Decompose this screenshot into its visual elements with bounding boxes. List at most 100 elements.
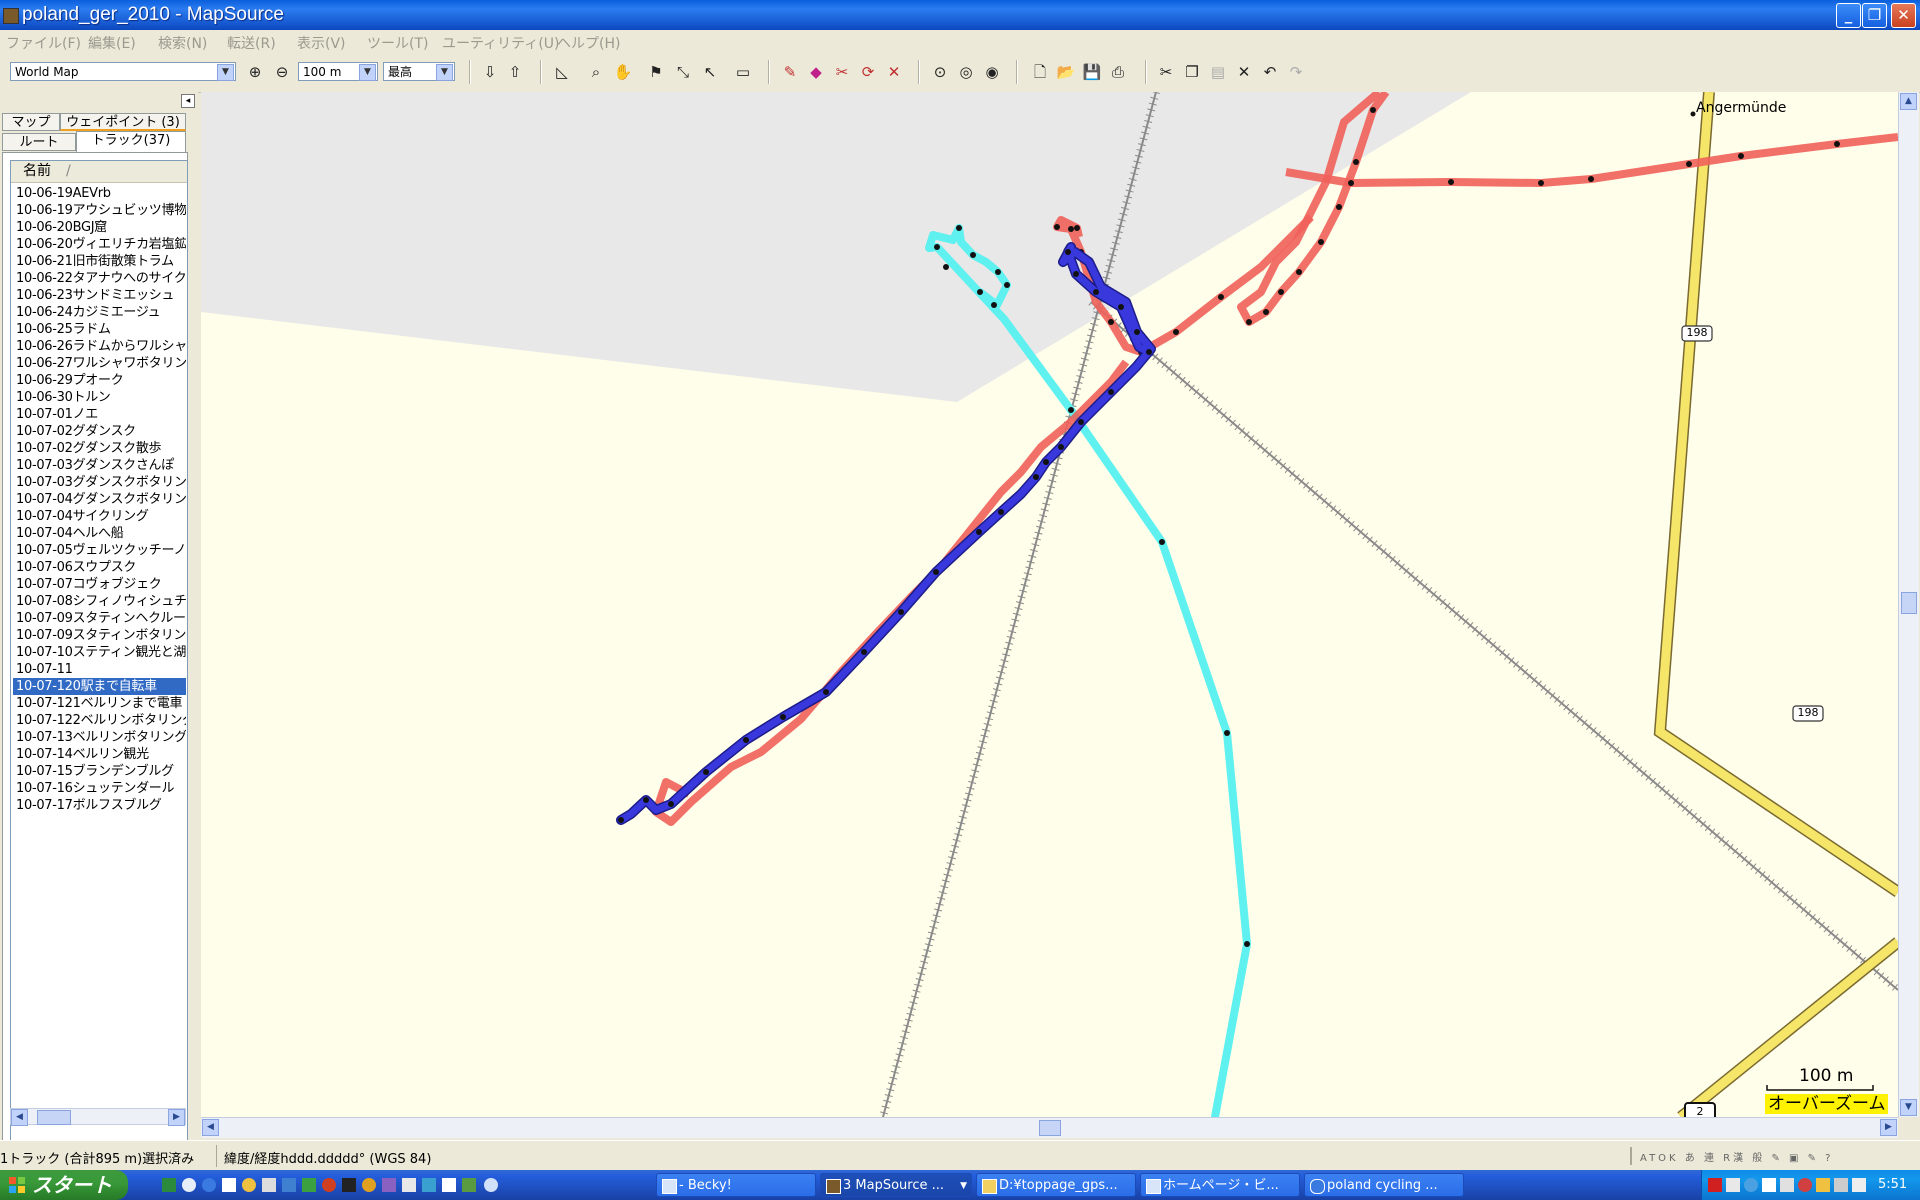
zoom-out-icon[interactable]: ⊖	[272, 62, 292, 82]
delete-icon[interactable]: ✕	[1234, 62, 1254, 82]
chevron-down-icon[interactable]: ▼	[359, 64, 376, 81]
ime-toolbar[interactable]: ATOK あ 連 R漢 般 ✎ ▣ ✎ ?	[1640, 1149, 1880, 1165]
tab-map[interactable]: マップ	[2, 113, 60, 131]
scroll-thumb[interactable]	[1901, 592, 1917, 614]
open-file-icon[interactable]: 📂	[1056, 62, 1076, 82]
send-to-device-icon[interactable]: ⇧	[505, 62, 525, 82]
map-horizontal-scrollbar[interactable]: ◀ ▶	[201, 1117, 1898, 1138]
track-tool-icon[interactable]: ✎	[780, 62, 800, 82]
divide-track-icon[interactable]: ✂	[832, 62, 852, 82]
track-row[interactable]: 10-07-10ステティン観光と湖	[16, 644, 186, 661]
scroll-up-icon[interactable]: ▲	[1900, 93, 1917, 110]
acrobat-icon[interactable]	[1708, 1178, 1722, 1192]
track-row[interactable]: 10-07-13ベルリンボタリング	[16, 729, 186, 746]
track-row[interactable]: 10-07-17ボルフスブルグ	[16, 797, 186, 814]
zoom-scale-select[interactable]: 100 m ▼	[298, 62, 378, 81]
security-icon[interactable]	[1798, 1178, 1812, 1192]
select-tool-icon[interactable]: ↖	[700, 62, 720, 82]
taskbar-item-mapsource[interactable]: 3 MapSource ... ▼	[820, 1173, 972, 1197]
track-row[interactable]: 10-06-22タアナウへのサイク	[16, 270, 186, 287]
track-row[interactable]: 10-07-04グダンスクボタリング	[16, 491, 186, 508]
zoom-tool-icon[interactable]: ⌕	[586, 62, 606, 82]
track-row[interactable]: 10-06-24カジミエージュ	[16, 304, 186, 321]
track-row[interactable]: 10-06-23サンドミエッシュ	[16, 287, 186, 304]
undo-icon[interactable]: ↶	[1260, 62, 1280, 82]
app-icon[interactable]	[302, 1178, 316, 1192]
track-list[interactable]: 名前 / 10-06-19AEVrb 10-06-19アウシュビッツ博物 10-06…	[10, 160, 188, 1152]
track-row[interactable]: 10-07-04ヘルへ船	[16, 525, 186, 542]
track-row[interactable]: 10-07-08シフィノウィシュチャ	[16, 593, 186, 610]
scroll-thumb[interactable]	[37, 1110, 71, 1125]
tab-routes[interactable]: ルート	[2, 133, 76, 151]
reverse-track-icon[interactable]: ✕	[884, 62, 904, 82]
track-row[interactable]: 10-07-04サイクリング	[16, 508, 186, 525]
track-row[interactable]: 10-06-29プオーク	[16, 372, 186, 389]
app-icon[interactable]	[282, 1178, 296, 1192]
track-row[interactable]: 10-06-20ヴィエリチカ岩塩鉱	[16, 236, 186, 253]
menu-edit[interactable]: 編集(E)	[88, 33, 136, 53]
track-row[interactable]: 10-07-02グダンスク散歩	[16, 440, 186, 457]
taskbar-item-homepage[interactable]: ホームページ・ビ...	[1140, 1173, 1300, 1197]
app-icon[interactable]	[382, 1178, 396, 1192]
track-row[interactable]: 10-07-06スウプスク	[16, 559, 186, 576]
menu-utility[interactable]: ユーティリティ(U)	[442, 33, 560, 53]
tray-icon[interactable]	[1726, 1178, 1740, 1192]
cut-icon[interactable]: ✂	[1156, 62, 1176, 82]
scroll-left-icon[interactable]: ◀	[202, 1119, 219, 1136]
app-icon[interactable]	[342, 1178, 356, 1192]
network-icon[interactable]	[1744, 1178, 1758, 1192]
close-button[interactable]: ✕	[1891, 3, 1916, 28]
track-row[interactable]: 10-07-11	[16, 661, 186, 678]
detail-select[interactable]: 最高 ▼	[383, 62, 455, 81]
scroll-right-icon[interactable]: ▶	[1880, 1119, 1897, 1136]
tray-icon[interactable]	[1816, 1178, 1830, 1192]
scroll-thumb[interactable]	[1039, 1120, 1061, 1136]
track-row[interactable]: 10-06-21旧市街散策トラム	[16, 253, 186, 270]
find-near-icon[interactable]: ◎	[956, 62, 976, 82]
receive-from-device-icon[interactable]: ⇩	[480, 62, 500, 82]
track-row[interactable]: 10-07-122ベルリンボタリング	[16, 712, 186, 729]
menu-tools[interactable]: ツール(T)	[367, 33, 428, 53]
track-row[interactable]: 10-07-16シュッテンダール	[16, 780, 186, 797]
excel-icon[interactable]	[162, 1178, 176, 1192]
track-row[interactable]: 10-07-15ブランデンブルグ	[16, 763, 186, 780]
track-row[interactable]: 10-06-26ラドムからワルシャ	[16, 338, 186, 355]
scroll-down-icon[interactable]: ▼	[1900, 1099, 1917, 1116]
track-row[interactable]: 10-06-25ラドム	[16, 321, 186, 338]
waypoint-tool-icon[interactable]: ⚑	[646, 62, 666, 82]
track-row[interactable]: 10-07-03グダンスクさんぽ	[16, 457, 186, 474]
menu-transfer[interactable]: 転送(R)	[227, 33, 276, 53]
collapse-panel-icon[interactable]: ◂	[181, 94, 195, 108]
track-row-selected[interactable]: 10-07-120駅まで自転車	[13, 678, 186, 695]
zoom-in-icon[interactable]: ⊕	[245, 62, 265, 82]
track-row[interactable]: 10-06-19AEVrb	[16, 185, 186, 202]
map-product-select[interactable]: World Map ▼	[10, 62, 236, 81]
minimize-button[interactable]: _	[1836, 3, 1861, 28]
tray-icon[interactable]	[1762, 1178, 1776, 1192]
paste-icon[interactable]: ▤	[1208, 62, 1228, 82]
taskbar-item-explorer[interactable]: D:¥toppage_gps...	[976, 1173, 1136, 1197]
firefox-icon[interactable]	[322, 1178, 336, 1192]
app-icon[interactable]	[442, 1178, 456, 1192]
track-row[interactable]: 10-07-14ベルリン観光	[16, 746, 186, 763]
eraser-tool-icon[interactable]: ◆	[806, 62, 826, 82]
menu-help[interactable]: ヘルプ(H)	[557, 33, 620, 53]
copy-icon[interactable]: ❐	[1182, 62, 1202, 82]
chevron-down-icon[interactable]: ▼	[436, 64, 453, 81]
menu-file[interactable]: ファイル(F)	[6, 33, 81, 53]
volume-icon[interactable]	[1834, 1178, 1848, 1192]
hand-tool-icon[interactable]: ✋	[613, 62, 633, 82]
track-row[interactable]: 10-07-09スタティンボタリング	[16, 627, 186, 644]
ie-icon[interactable]	[202, 1178, 216, 1192]
tool-icon[interactable]	[262, 1178, 276, 1192]
scroll-right-icon[interactable]: ▶	[168, 1109, 185, 1126]
app-icon[interactable]	[402, 1178, 416, 1192]
track-row[interactable]: 10-07-05ヴェルツクッチーノ	[16, 542, 186, 559]
track-row[interactable]: 10-07-09スタティンヘクルージ	[16, 610, 186, 627]
route-tool-icon[interactable]: ⤡	[673, 62, 693, 82]
tab-tracks[interactable]: トラック(37)	[76, 131, 186, 153]
measure-tool-icon[interactable]: ▭	[733, 62, 753, 82]
new-file-icon[interactable]: 🗋	[1030, 62, 1050, 82]
track-row[interactable]: 10-07-02グダンスク	[16, 423, 186, 440]
track-row[interactable]: 10-07-03グダンスクボタリング	[16, 474, 186, 491]
